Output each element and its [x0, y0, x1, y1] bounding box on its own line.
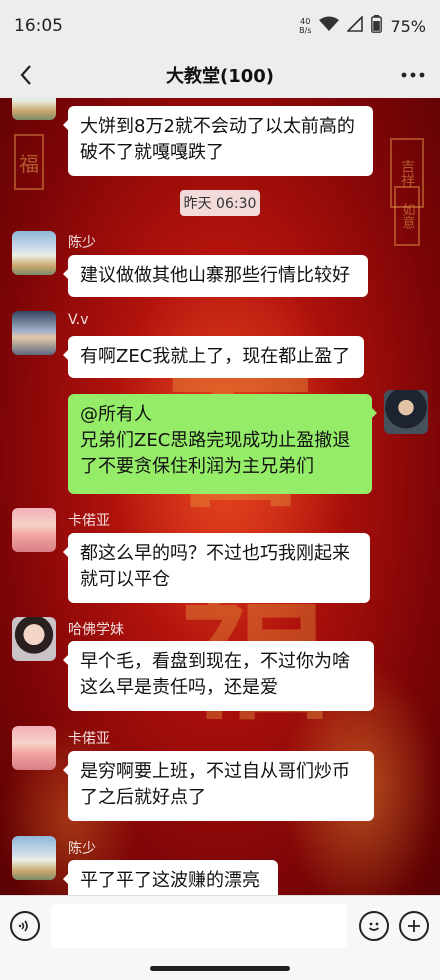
sender-name: 卡偌亚	[68, 513, 110, 529]
seal-right-mid: 如意	[394, 186, 420, 246]
more-dots-icon[interactable]	[398, 60, 428, 90]
chevron-left-icon[interactable]	[12, 60, 40, 90]
seal-left: 福	[14, 134, 44, 190]
status-bar: 16:05 40 B/s 75%	[0, 0, 440, 52]
message-line: 这么早是责任吗，还是爱	[80, 677, 278, 698]
avatar[interactable]	[12, 508, 56, 552]
message-bubble[interactable]: 有啊ZEC我就上了，现在都止盈了	[63, 336, 364, 378]
battery-percent: 75%	[390, 16, 426, 36]
sender-name: 哈佛学妹	[68, 622, 124, 638]
avatar[interactable]	[12, 98, 56, 120]
message-bubble[interactable]: 是穷啊要上班，不过自从哥们炒币 了之后就好点了	[63, 751, 374, 821]
sender-name: 卡偌亚	[68, 731, 110, 747]
voice-icon[interactable]	[10, 911, 40, 941]
message-line: 是穷啊要上班，不过自从哥们炒币	[80, 761, 350, 782]
avatar[interactable]	[384, 390, 428, 434]
message-line: 破不了就嘎嘎跌了	[80, 142, 224, 163]
message-line: 都这么早的吗？不过也巧我刚起来	[80, 543, 350, 564]
message-input[interactable]	[51, 904, 347, 948]
seal-right-mid-text: 如意	[399, 203, 415, 229]
plus-icon[interactable]	[399, 911, 429, 941]
message-line: 建议做做其他山寨那些行情比较好	[80, 265, 350, 286]
message-line: 就可以平仓	[80, 569, 170, 590]
timestamp: 昨天 06:30	[180, 190, 260, 216]
message-line: @所有人	[80, 404, 152, 425]
message-line: 平了平了这波赚的漂亮	[80, 870, 260, 891]
message-bubble[interactable]: @所有人 兄弟们ZEC思路完现成功止盈撤退 了不要贪保住利润为主兄弟们	[68, 394, 377, 494]
status-time: 16:05	[14, 16, 63, 36]
sender-name: 陈少	[68, 841, 96, 857]
message-bubble[interactable]: 平了平了这波赚的漂亮	[63, 860, 278, 895]
message-bubble[interactable]: 都这么早的吗？不过也巧我刚起来 就可以平仓	[63, 533, 370, 603]
input-bar	[0, 895, 440, 980]
avatar[interactable]	[12, 836, 56, 880]
message-bubble[interactable]: 建议做做其他山寨那些行情比较好	[63, 255, 368, 297]
net-speed-value: 40	[300, 17, 311, 26]
status-icons: 40 B/s 75%	[299, 15, 426, 37]
signal-icon	[346, 15, 364, 36]
home-indicator	[150, 966, 290, 971]
nav-bar: 大教堂(100)	[0, 52, 440, 98]
message-bubble[interactable]: 大饼到8万2就不会动了以太前高的 破不了就嘎嘎跌了	[63, 106, 373, 176]
avatar[interactable]	[12, 311, 56, 355]
avatar[interactable]	[12, 231, 56, 275]
battery-icon	[371, 15, 383, 37]
message-line: 兄弟们ZEC思路完现成功止盈撤退	[80, 430, 351, 451]
wifi-icon	[319, 16, 340, 36]
avatar[interactable]	[12, 726, 56, 770]
message-line: 大饼到8万2就不会动了以太前高的	[80, 116, 355, 137]
avatar[interactable]	[12, 617, 56, 661]
net-speed: 40 B/s	[299, 17, 311, 35]
message-line: 了不要贪保住利润为主兄弟们	[80, 456, 314, 477]
message-line: 早个毛，看盘到现在，不过你为啥	[80, 651, 350, 672]
message-line: 了之后就好点了	[80, 787, 206, 808]
message-bubble[interactable]: 早个毛，看盘到现在，不过你为啥 这么早是责任吗，还是爱	[63, 641, 374, 711]
emoji-icon[interactable]	[359, 911, 389, 941]
chat-area[interactable]: 春 福 福 吉祥 如意 如意 大饼到8万2就不会动了以太前高的 破不了就嘎嘎跌了…	[0, 98, 440, 895]
sender-name: V.v	[68, 312, 89, 328]
message-line: 有啊ZEC我就上了，现在都止盈了	[80, 346, 351, 367]
sender-name: 陈少	[68, 235, 96, 251]
net-speed-unit: B/s	[299, 26, 312, 35]
chat-title: 大教堂(100)	[165, 66, 275, 87]
